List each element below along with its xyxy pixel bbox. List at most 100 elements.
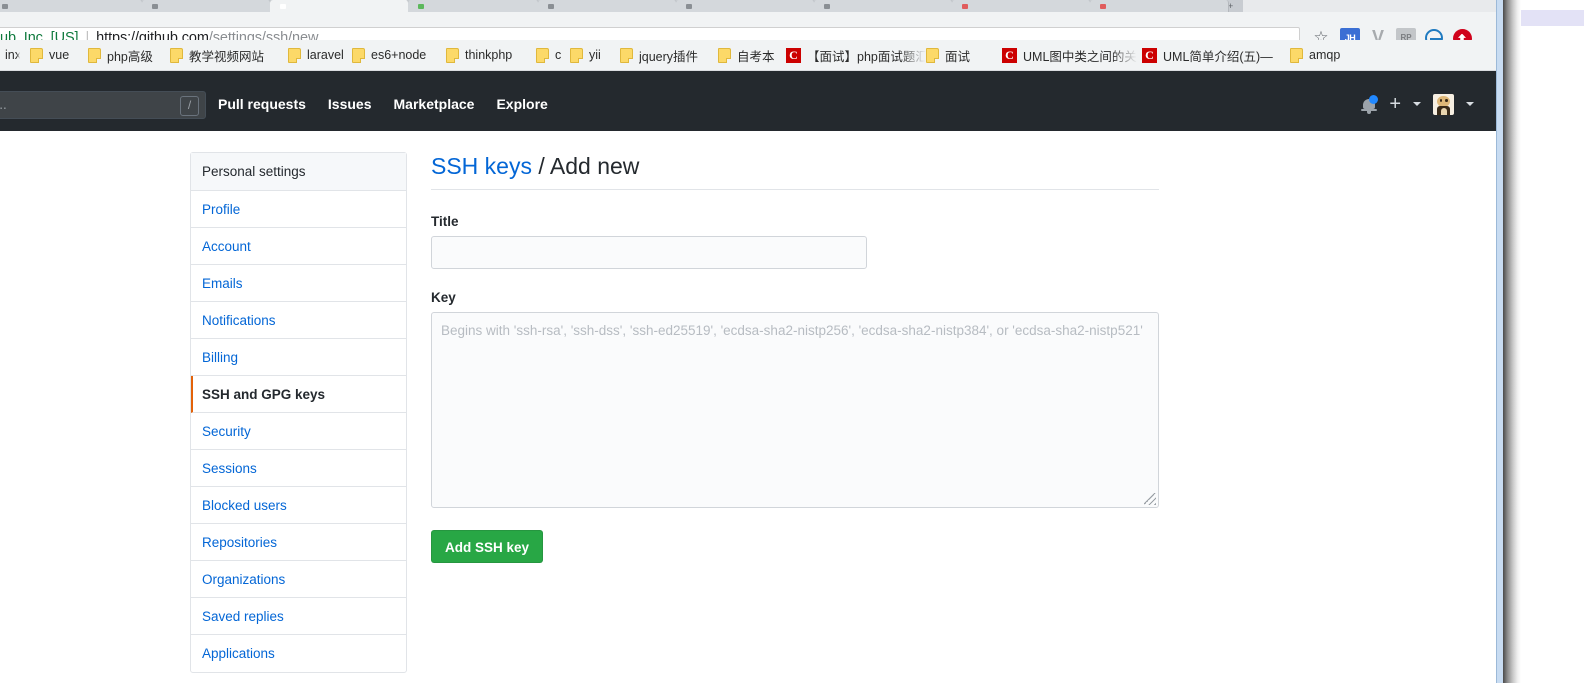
notification-dot-icon	[1369, 95, 1379, 104]
bookmark-item[interactable]: 面试	[926, 40, 990, 70]
nav-explore[interactable]: Explore	[496, 96, 547, 112]
profile-chevron-down-icon[interactable]	[1466, 102, 1474, 106]
sidebar-item-security[interactable]: Security	[191, 413, 406, 450]
bookmark-label: UML图中类之间的关	[1023, 49, 1137, 64]
tab-favicon-icon	[824, 4, 830, 9]
sidebar-item-emails[interactable]: Emails	[191, 265, 406, 302]
create-new-plus-icon[interactable]: +	[1389, 94, 1401, 114]
browser-tab[interactable]	[1090, 0, 1229, 12]
bookmark-label: php高级	[107, 49, 153, 64]
search-placeholder: p to...	[0, 97, 7, 112]
window-drop-shadow	[1503, 0, 1521, 683]
browser-tab[interactable]	[952, 0, 1091, 12]
window-frame-edge	[1496, 0, 1503, 683]
bookmark-folder-icon	[536, 47, 549, 63]
nav-issues[interactable]: Issues	[328, 96, 372, 112]
sidebar-item-billing[interactable]: Billing	[191, 339, 406, 376]
nav-marketplace[interactable]: Marketplace	[394, 96, 475, 112]
bookmark-label: amqp	[1309, 48, 1341, 62]
bookmark-item[interactable]: vue	[30, 40, 90, 70]
bookmark-item[interactable]: yii	[570, 40, 620, 70]
sidebar-item-saved-replies[interactable]: Saved replies	[191, 598, 406, 635]
tab-favicon-icon	[962, 4, 968, 9]
page-title-link[interactable]: SSH keys	[431, 153, 532, 179]
title-input[interactable]	[431, 236, 867, 269]
background-app-band	[1521, 10, 1584, 26]
browser-tab[interactable]	[142, 0, 271, 12]
bookmark-label: 面试	[945, 49, 971, 64]
omnibox-row: ub, Inc. [US] | https://github.com/setting…	[0, 12, 1496, 50]
bookmark-item[interactable]: inx	[0, 40, 20, 70]
sidebar-item-applications[interactable]: Applications	[191, 635, 406, 672]
bookmark-site-icon: C	[1142, 47, 1157, 63]
sidebar-item-notifications[interactable]: Notifications	[191, 302, 406, 339]
sidebar-item-sessions[interactable]: Sessions	[191, 450, 406, 487]
bookmark-folder-icon	[620, 47, 633, 63]
sidebar-heading: Personal settings	[191, 153, 406, 191]
sidebar-item-label: SSH and GPG keys	[202, 387, 326, 402]
browser-tab[interactable]	[270, 0, 409, 12]
bookmark-label: 自考本	[737, 49, 775, 64]
sidebar-item-organizations[interactable]: Organizations	[191, 561, 406, 598]
notifications-bell-icon[interactable]	[1361, 94, 1379, 114]
bookmark-item[interactable]: jquery插件	[620, 40, 720, 70]
browser-tab-strip[interactable]: +	[0, 0, 1496, 12]
tab-favicon-icon	[152, 4, 158, 9]
bookmark-item[interactable]: thinkphp	[446, 40, 538, 70]
bookmark-item[interactable]: 教学视频网站	[170, 40, 290, 70]
sidebar-item-profile[interactable]: Profile	[191, 191, 406, 228]
settings-sidebar: Personal settings Profile Account Emails No…	[190, 152, 407, 673]
bookmark-folder-icon	[718, 47, 731, 63]
add-ssh-key-button[interactable]: Add SSH key	[431, 530, 544, 563]
search-input[interactable]: p to... /	[0, 91, 206, 119]
browser-tab[interactable]	[408, 0, 539, 12]
sidebar-item-account[interactable]: Account	[191, 228, 406, 265]
bookmark-folder-icon	[30, 47, 43, 63]
page-title-separator: /	[531, 153, 550, 179]
bookmark-label: laravel	[307, 48, 344, 62]
sidebar-item-repositories[interactable]: Repositories	[191, 524, 406, 561]
sidebar-item-blocked-users[interactable]: Blocked users	[191, 487, 406, 524]
bookmark-folder-icon	[926, 47, 939, 63]
settings-body: Personal settings Profile Account Emails No…	[0, 131, 1496, 683]
browser-tab[interactable]	[814, 0, 953, 12]
key-field-label: Key	[431, 290, 456, 305]
key-textarea[interactable]	[431, 312, 1159, 508]
create-new-chevron-down-icon[interactable]	[1413, 102, 1421, 106]
header-actions: +	[1361, 91, 1474, 117]
bookmark-label: inx	[5, 48, 20, 62]
bookmark-item[interactable]: C UML图中类之间的关	[1002, 40, 1148, 70]
github-header: p to... / Pull requests Issues Marketpla…	[0, 71, 1496, 131]
bookmark-folder-icon	[1290, 47, 1303, 63]
browser-tab[interactable]	[0, 0, 143, 12]
bookmark-site-icon: C	[786, 47, 801, 63]
sidebar-item-label: Blocked users	[202, 498, 287, 513]
bookmark-item[interactable]: C UML简单介绍(五)—	[1142, 40, 1282, 70]
tab-favicon-icon	[280, 4, 286, 9]
bookmark-label: es6+node	[371, 48, 427, 62]
bookmark-item[interactable]: C 【面试】php面试题汇	[786, 40, 926, 70]
bookmark-item[interactable]: es6+node	[352, 40, 448, 70]
bookmark-folder-icon	[170, 47, 183, 63]
browser-tab[interactable]	[676, 0, 815, 12]
browser-window: + ub, Inc. [US] | https://github.com/setti…	[0, 0, 1503, 683]
bookmark-item[interactable]: amqp	[1290, 40, 1360, 70]
bookmarks-bar[interactable]: inx vue php高级 教学视频网站 laravel es6+node thinkphp…	[0, 40, 1496, 71]
bookmark-item[interactable]: php高级	[88, 40, 172, 70]
global-nav[interactable]: Pull requests Issues Marketplace Explore	[218, 91, 548, 117]
bookmark-folder-icon	[352, 47, 365, 63]
nav-pull-requests[interactable]: Pull requests	[218, 96, 306, 112]
bookmark-label: yii	[589, 48, 601, 62]
bookmark-label: c	[555, 48, 562, 62]
tab-favicon-icon	[548, 4, 554, 9]
sidebar-item-ssh-and-gpg-keys[interactable]: SSH and GPG keys	[191, 376, 406, 413]
bookmark-label: UML简单介绍(五)—	[1163, 49, 1273, 64]
page-title-current: Add new	[549, 153, 640, 179]
title-field-label: Title	[431, 214, 459, 229]
bookmark-label: jquery插件	[639, 49, 699, 64]
bookmark-label: thinkphp	[465, 48, 513, 62]
sidebar-item-label: Organizations	[202, 572, 286, 587]
bookmark-folder-icon	[570, 47, 583, 63]
browser-tab[interactable]	[538, 0, 677, 12]
avatar[interactable]	[1433, 93, 1454, 115]
